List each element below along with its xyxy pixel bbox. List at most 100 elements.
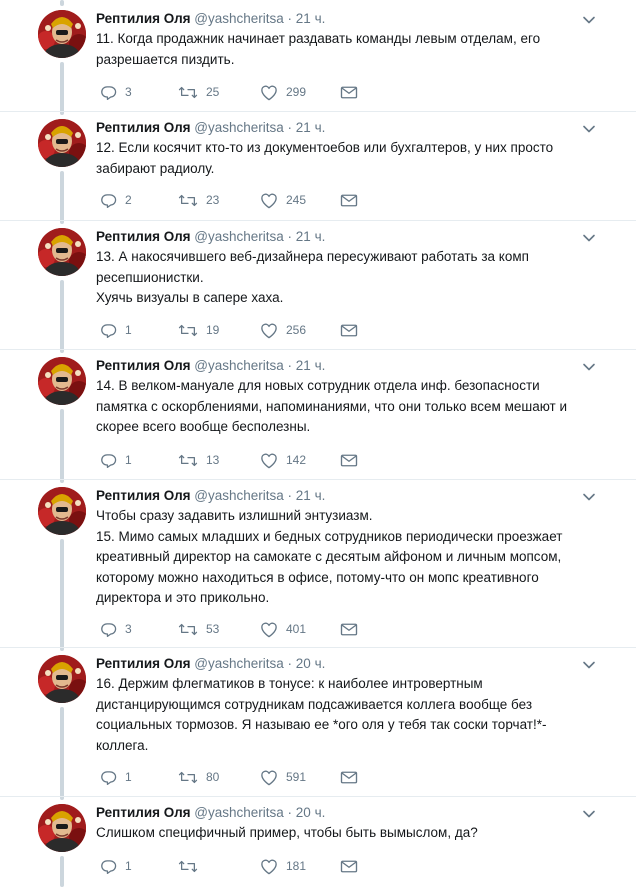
reply-button[interactable]: 1: [100, 320, 132, 340]
thread-connector-line: [60, 0, 64, 6]
thread-connector-line: [60, 171, 64, 224]
author-name[interactable]: Рептилия Оля: [96, 656, 191, 671]
tweet-text-line: коллега.: [96, 737, 149, 753]
chevron-down-icon[interactable]: [582, 231, 596, 245]
like-button[interactable]: 245: [260, 190, 306, 210]
author-handle[interactable]: @yashcheritsa: [194, 805, 284, 820]
tweet-time[interactable]: 21 ч.: [296, 488, 326, 503]
tweet-text-line: ресепшионистки.: [96, 269, 204, 285]
tweet-header: Рептилия Оля @yashcheritsa · 21 ч.: [96, 228, 325, 246]
tweet-text-line: 15. Мимо самых младших и бедных сотрудни…: [96, 528, 563, 544]
reply-button[interactable]: 1: [100, 450, 132, 470]
retweet-button[interactable]: 53: [178, 619, 219, 639]
reply-icon: [100, 192, 117, 209]
tweet-time[interactable]: 21 ч.: [296, 11, 326, 26]
retweet-count: 13: [206, 453, 220, 467]
thread-connector-line: [60, 707, 64, 800]
author-name[interactable]: Рептилия Оля: [96, 488, 191, 503]
like-button[interactable]: 256: [260, 320, 306, 340]
reply-button[interactable]: 2: [100, 190, 132, 210]
retweet-icon: [178, 84, 198, 101]
retweet-icon: [178, 621, 198, 638]
direct-message-button[interactable]: [340, 856, 358, 876]
retweet-button[interactable]: 80: [178, 767, 219, 787]
thread-connector-line: [60, 539, 64, 651]
reply-button[interactable]: 3: [100, 619, 132, 639]
like-button[interactable]: 181: [260, 856, 306, 876]
avatar[interactable]: [38, 655, 86, 703]
author-name[interactable]: Рептилия Оля: [96, 805, 191, 820]
tweet-actions: 3 53 401: [100, 619, 400, 639]
retweet-button[interactable]: [178, 856, 206, 876]
avatar[interactable]: [38, 357, 86, 405]
avatar[interactable]: [38, 804, 86, 852]
tweet-actions: 1 181: [100, 856, 400, 876]
direct-message-button[interactable]: [340, 320, 358, 340]
avatar[interactable]: [38, 487, 86, 535]
chevron-down-icon[interactable]: [582, 490, 596, 504]
direct-message-button[interactable]: [340, 767, 358, 787]
envelope-icon: [340, 770, 358, 785]
like-button[interactable]: 591: [260, 767, 306, 787]
tweet-text-line: скорее всего вообще бесполезны.: [96, 419, 311, 435]
chevron-down-icon[interactable]: [582, 807, 596, 821]
reply-button[interactable]: 1: [100, 767, 132, 787]
direct-message-button[interactable]: [340, 190, 358, 210]
like-count: 401: [286, 622, 307, 636]
retweet-button[interactable]: 19: [178, 320, 219, 340]
tweet-time[interactable]: 21 ч.: [296, 120, 326, 135]
author-handle[interactable]: @yashcheritsa: [194, 229, 284, 244]
tweet-text-line: 12. Если косячит кто-то из документоебов…: [96, 140, 554, 155]
author-handle[interactable]: @yashcheritsa: [194, 488, 284, 503]
tweet-time[interactable]: 20 ч.: [296, 805, 326, 820]
author-handle[interactable]: @yashcheritsa: [194, 358, 284, 373]
avatar[interactable]: [38, 119, 86, 167]
reply-icon: [100, 84, 117, 101]
reply-button[interactable]: 1: [100, 856, 132, 876]
chevron-down-icon[interactable]: [582, 13, 596, 27]
reply-count: 3: [125, 622, 132, 636]
tweet-separator: [0, 647, 636, 648]
author-name[interactable]: Рептилия Оля: [96, 229, 191, 244]
author-handle[interactable]: @yashcheritsa: [194, 11, 284, 26]
envelope-icon: [340, 193, 358, 208]
direct-message-button[interactable]: [340, 619, 358, 639]
like-button[interactable]: 401: [260, 619, 306, 639]
tweet-actions: 1 13 142: [100, 450, 400, 470]
header-separator-dot: ·: [283, 358, 296, 373]
tweet-header: Рептилия Оля @yashcheritsa · 21 ч.: [96, 487, 325, 505]
tweet-header: Рептилия Оля @yashcheritsa · 21 ч.: [96, 357, 325, 375]
avatar[interactable]: [38, 228, 86, 276]
tweet-time[interactable]: 21 ч.: [296, 358, 326, 373]
thread-connector-line: [60, 280, 64, 353]
tweet-time[interactable]: 21 ч.: [296, 229, 326, 244]
reply-icon: [100, 858, 117, 875]
retweet-count: 23: [206, 193, 220, 207]
author-name[interactable]: Рептилия Оля: [96, 358, 191, 373]
tweet-text: 11. Когда продажник начинает раздавать к…: [96, 29, 596, 70]
chevron-down-icon[interactable]: [582, 122, 596, 136]
heart-icon: [260, 84, 278, 101]
like-button[interactable]: 142: [260, 450, 306, 470]
direct-message-button[interactable]: [340, 82, 358, 102]
retweet-button[interactable]: 23: [178, 190, 219, 210]
avatar[interactable]: [38, 10, 86, 58]
retweet-button[interactable]: 13: [178, 450, 219, 470]
tweet-text-line: Чтобы сразу задавить излишний энтузиазм.: [96, 508, 373, 523]
tweet-time[interactable]: 20 ч.: [296, 656, 326, 671]
direct-message-button[interactable]: [340, 450, 358, 470]
like-button[interactable]: 299: [260, 82, 306, 102]
reply-count: 1: [125, 859, 132, 873]
author-name[interactable]: Рептилия Оля: [96, 120, 191, 135]
tweet-header: Рептилия Оля @yashcheritsa · 20 ч.: [96, 804, 325, 822]
reply-button[interactable]: 3: [100, 82, 132, 102]
chevron-down-icon[interactable]: [582, 658, 596, 672]
author-handle[interactable]: @yashcheritsa: [194, 656, 284, 671]
envelope-icon: [340, 85, 358, 100]
author-name[interactable]: Рептилия Оля: [96, 11, 191, 26]
author-handle[interactable]: @yashcheritsa: [194, 120, 284, 135]
tweet-text-line: креативный директор на самокате с десяты…: [96, 549, 562, 565]
retweet-button[interactable]: 25: [178, 82, 219, 102]
tweet-text-line: которому можно находиться в офисе, потом…: [96, 569, 539, 585]
chevron-down-icon[interactable]: [582, 360, 596, 374]
